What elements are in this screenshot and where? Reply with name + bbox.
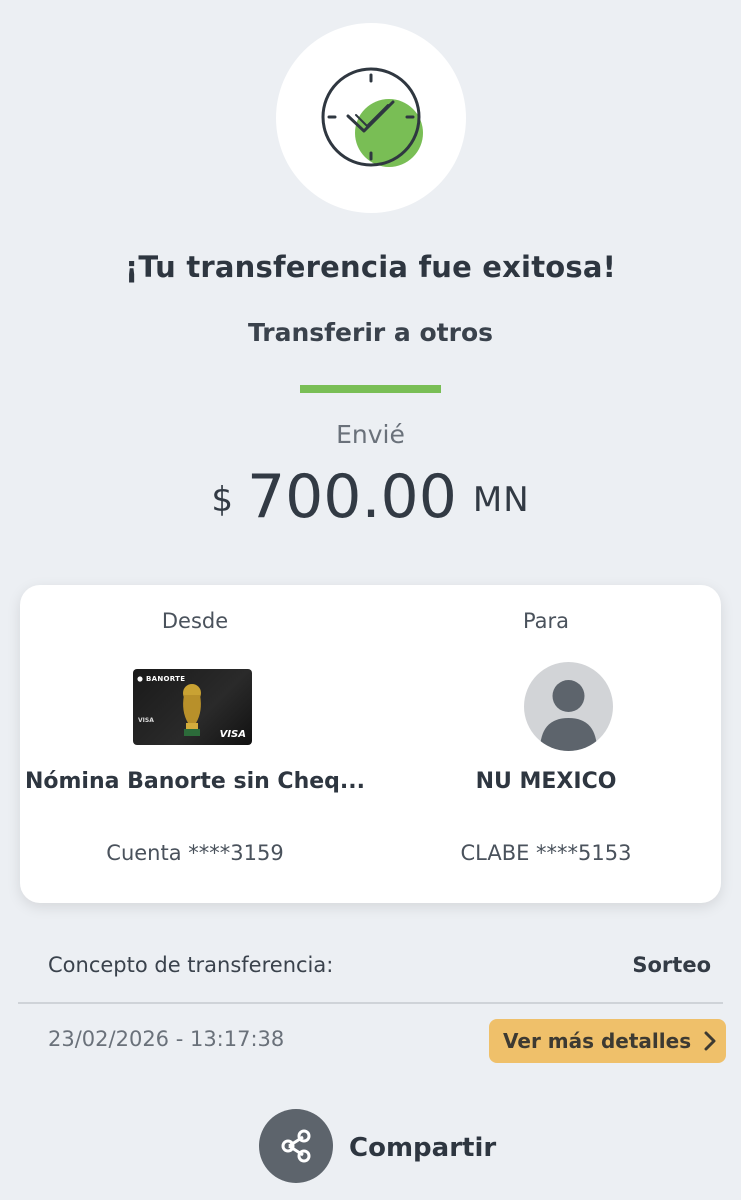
concept-row: Concepto de transferencia: Sorteo (48, 953, 711, 977)
concept-value: Sorteo (632, 953, 711, 977)
from-account-number: Cuenta ****3159 (106, 841, 284, 865)
bank-logo-icon (137, 676, 143, 682)
success-title: ¡Tu transferencia fue exitosa! (124, 250, 617, 284)
clock-check-icon (321, 67, 423, 167)
recipient-avatar (524, 662, 613, 751)
bank-card-image: BANORTE VISA VISA (133, 669, 252, 745)
share-label[interactable]: Compartir (349, 1133, 496, 1163)
sent-label: Envié (336, 420, 405, 449)
success-status-circle (276, 23, 466, 213)
transfer-parties-card: Desde BANORTE VISA VISA Nómina Banorte s… (20, 585, 721, 903)
user-avatar-icon (540, 680, 597, 751)
view-details-button[interactable]: Ver más detalles (489, 1019, 726, 1063)
currency-symbol: $ (211, 480, 233, 520)
share-icon (281, 1129, 311, 1163)
section-divider (18, 1002, 723, 1004)
amount-display: $700.00 MN (0, 462, 741, 532)
to-account-column: Para NU MEXICO CLABE ****5153 (371, 585, 721, 903)
card-network-logo: VISA (219, 729, 246, 740)
transfer-type-subtitle: Transferir a otros (247, 318, 494, 347)
chevron-right-icon (704, 1031, 716, 1051)
view-details-label: Ver más detalles (503, 1029, 692, 1053)
card-network-small: VISA (138, 717, 154, 724)
currency-code: MN (472, 480, 530, 520)
from-account-name: Nómina Banorte sin Cheq... (24, 769, 365, 794)
to-label: Para (522, 609, 570, 633)
concept-label: Concepto de transferencia: (48, 953, 334, 977)
to-account-clabe: CLABE ****5153 (460, 841, 632, 865)
trophy-icon (183, 684, 201, 736)
from-label: Desde (161, 609, 229, 633)
share-button[interactable] (259, 1109, 333, 1183)
to-account-name: NU MEXICO (475, 769, 617, 794)
amount-value: 700.00 (246, 462, 457, 532)
accent-divider (300, 385, 441, 393)
transfer-receipt-screen: ¡Tu transferencia fue exitosa! Transferi… (0, 0, 741, 1200)
transfer-datetime: 23/02/2026 - 13:17:38 (48, 1027, 285, 1051)
card-brand-text: BANORTE (146, 675, 186, 683)
from-account-column: Desde BANORTE VISA VISA Nómina Banorte s… (20, 585, 370, 903)
